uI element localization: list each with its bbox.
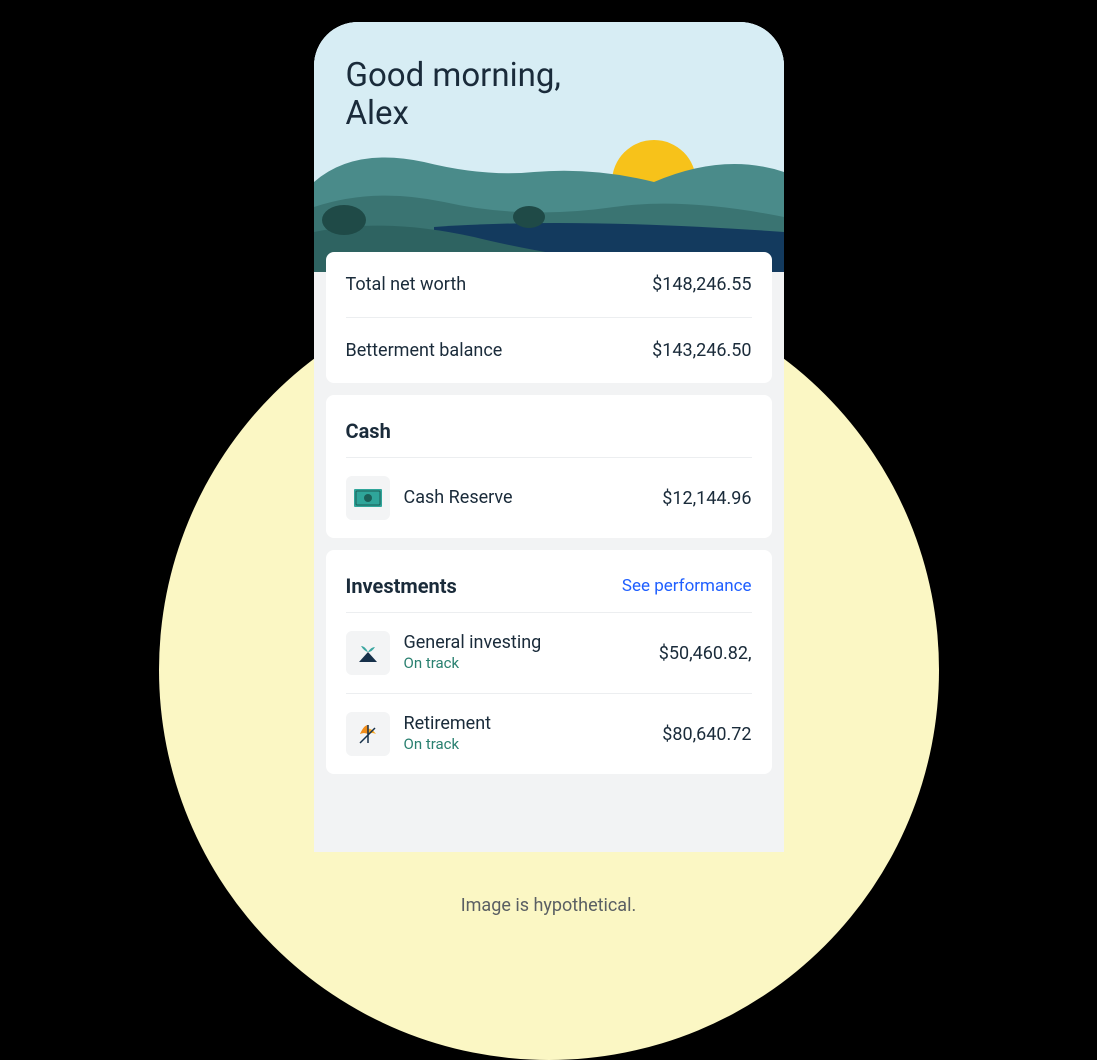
balance-value: $143,246.50 <box>652 340 751 361</box>
investments-card: Investments See performance General inve… <box>326 550 772 774</box>
greeting-line2: Alex <box>346 95 561 133</box>
cash-reserve-name: Cash Reserve <box>404 487 649 509</box>
cash-icon <box>346 476 390 520</box>
greeting-line1: Good morning, <box>346 57 561 95</box>
general-investing-status: On track <box>404 654 645 674</box>
net-worth-label: Total net worth <box>346 274 467 295</box>
cash-card: Cash Cash Reserve $12,144.96 <box>326 395 772 538</box>
balance-row[interactable]: Betterment balance $143,246.50 <box>346 317 752 383</box>
net-worth-value: $148,246.55 <box>652 274 751 295</box>
greeting: Good morning, Alex <box>346 57 561 133</box>
balance-label: Betterment balance <box>346 340 503 361</box>
investments-header: Investments See performance <box>346 550 752 613</box>
caption: Image is hypothetical. <box>0 895 1097 916</box>
see-performance-link[interactable]: See performance <box>622 576 752 596</box>
cash-reserve-amount: $12,144.96 <box>662 488 751 509</box>
cash-header: Cash <box>346 395 752 458</box>
retirement-name: Retirement <box>404 713 649 735</box>
umbrella-icon <box>346 712 390 756</box>
net-worth-row[interactable]: Total net worth $148,246.55 <box>346 252 752 317</box>
general-investing-amount: $50,460.82, <box>659 643 752 664</box>
retirement-row[interactable]: Retirement On track $80,640.72 <box>346 694 752 774</box>
general-investing-name: General investing <box>404 632 645 654</box>
phone-frame: Good morning, Alex Total net worth $148,… <box>314 22 784 852</box>
retirement-amount: $80,640.72 <box>662 724 751 745</box>
cash-reserve-row[interactable]: Cash Reserve $12,144.96 <box>346 458 752 538</box>
retirement-status: On track <box>404 735 649 755</box>
general-investing-row[interactable]: General investing On track $50,460.82, <box>346 613 752 694</box>
cash-title: Cash <box>346 419 391 443</box>
investments-title: Investments <box>346 574 457 598</box>
summary-card: Total net worth $148,246.55 Betterment b… <box>326 252 772 383</box>
plant-icon <box>346 631 390 675</box>
hero-illustration: Good morning, Alex <box>314 22 784 272</box>
